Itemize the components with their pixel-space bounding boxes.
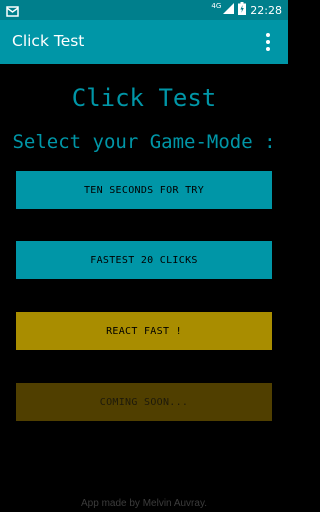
signal-icon <box>223 3 235 17</box>
app-bar: Click Test <box>0 20 288 64</box>
status-bar: 4G 22:28 <box>0 0 288 20</box>
battery-icon <box>238 2 247 18</box>
coming-soon-button[interactable]: COMING SOON... <box>16 383 272 421</box>
react-fast-button[interactable]: REACT FAST ! <box>16 312 272 350</box>
fastest-20-clicks-button[interactable]: FASTEST 20 CLICKS <box>16 241 272 279</box>
footer-credit: App made by Melvin Auvray. <box>81 498 207 509</box>
clock: 22:28 <box>250 3 282 17</box>
page-title: Click Test <box>71 84 217 112</box>
ten-seconds-button[interactable]: TEN SECONDS FOR TRY <box>16 171 272 209</box>
network-type-label: 4G <box>211 2 222 10</box>
game-mode-prompt: Select your Game-Mode : <box>12 131 276 153</box>
overflow-menu-icon[interactable] <box>254 28 282 56</box>
app-bar-title: Click Test <box>12 32 85 50</box>
